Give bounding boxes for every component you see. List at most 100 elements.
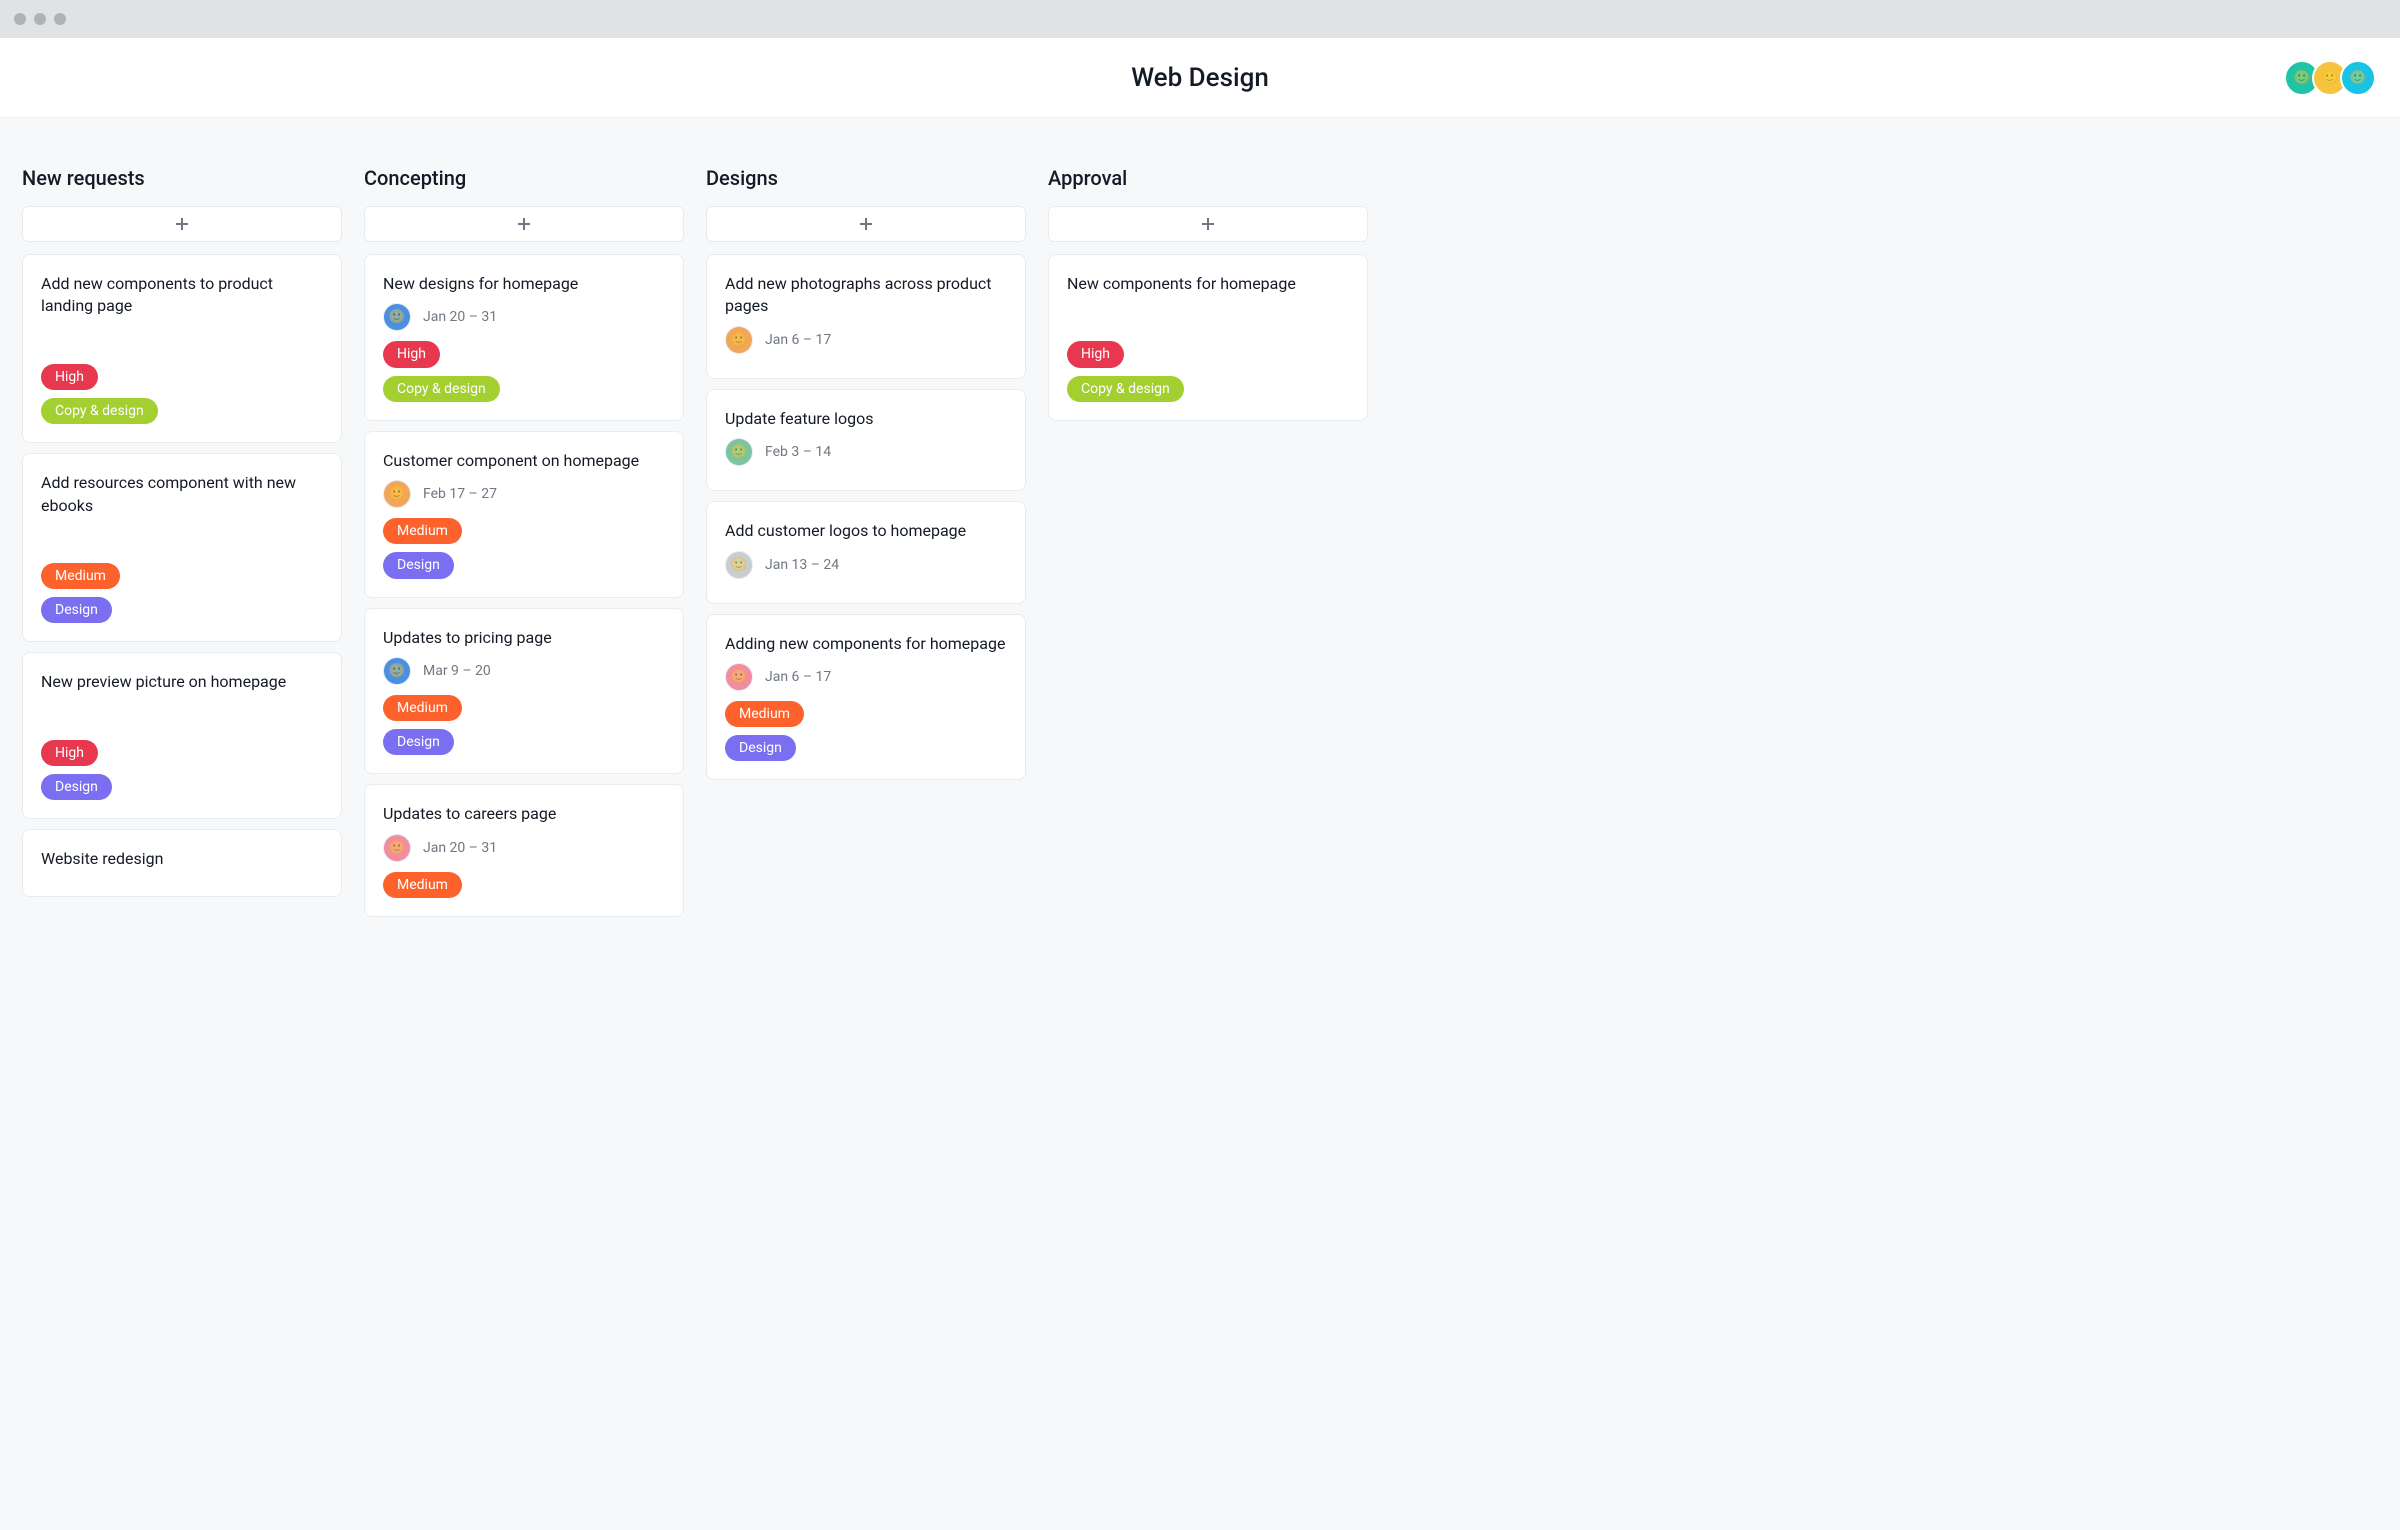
plus-icon [1200,216,1216,232]
tag[interactable]: Copy & design [1067,376,1184,402]
card-date: Mar 9 – 20 [423,663,491,679]
card-title: Add new photographs across product pages [725,273,1007,318]
card-meta: 🙂 Jan 6 – 17 [725,663,1007,691]
card-tags: Medium Design [383,518,665,578]
card-date: Jan 6 – 17 [765,669,831,685]
tag[interactable]: Medium [383,872,462,898]
card-tags: Medium [383,872,665,898]
card-spacer [41,326,323,354]
card-date: Jan 13 – 24 [765,557,839,573]
assignee-avatar[interactable]: 🙂 [725,551,753,579]
card-title: Updates to careers page [383,803,665,825]
avatar[interactable]: 🙂 [2340,60,2376,96]
window-dot [54,13,66,25]
card-tags: High Design [41,740,323,800]
add-card-button[interactable] [1048,206,1368,242]
column-title: Approval [1048,166,1368,190]
task-card[interactable]: Website redesign [22,829,342,897]
tag[interactable]: Design [41,597,112,623]
add-card-button[interactable] [22,206,342,242]
assignee-avatar[interactable]: 🙂 [725,438,753,466]
task-card[interactable]: Add new photographs across product pages… [706,254,1026,379]
tag[interactable]: Medium [383,695,462,721]
task-card[interactable]: Customer component on homepage 🙂 Feb 17 – … [364,431,684,598]
member-avatars[interactable]: 🙂🙂🙂 [2292,60,2376,96]
card-meta: 🙂 Feb 17 – 27 [383,480,665,508]
plus-icon [516,216,532,232]
column-title: Designs [706,166,1026,190]
assignee-avatar[interactable]: 🙂 [383,657,411,685]
card-date: Jan 20 – 31 [423,840,497,856]
card-tags: Medium Design [725,701,1007,761]
card-tags: High Copy & design [1067,341,1349,401]
card-title: New preview picture on homepage [41,671,323,693]
board: New requests Add new components to produc… [0,118,2400,927]
window-titlebar [0,0,2400,38]
task-card[interactable]: Updates to pricing page 🙂 Mar 9 – 20 Medium… [364,608,684,775]
card-date: Jan 6 – 17 [765,332,831,348]
task-card[interactable]: Adding new components for homepage🙂Jan 6… [706,614,1026,781]
plus-icon [174,216,190,232]
add-card-button[interactable] [364,206,684,242]
window-dot [34,13,46,25]
card-meta: 🙂 Mar 9 – 20 [383,657,665,685]
tag[interactable]: High [41,740,98,766]
card-tags: Medium Design [383,695,665,755]
task-card[interactable]: Add resources component with new ebooks M… [22,453,342,642]
board-column: Approval New components for homepage High C… [1048,166,1368,431]
card-title: Add customer logos to homepage [725,520,1007,542]
card-tags: High Copy & design [41,364,323,424]
card-date: Feb 17 – 27 [423,486,497,502]
card-meta: 🙂 Feb 3 – 14 [725,438,1007,466]
tag[interactable]: High [1067,341,1124,367]
tag[interactable]: Design [725,735,796,761]
assignee-avatar[interactable]: 🙂 [725,663,753,691]
card-title: Updates to pricing page [383,627,665,649]
task-card[interactable]: Add new components to product landing pa… [22,254,342,443]
task-card[interactable]: Update feature logos 🙂 Feb 3 – 14 [706,389,1026,491]
tag[interactable]: Design [383,729,454,755]
card-title: Add new components to product landing pa… [41,273,323,318]
card-title: Customer component on homepage [383,450,665,472]
card-tags: Medium Design [41,563,323,623]
card-title: Add resources component with new ebooks [41,472,323,517]
assignee-avatar[interactable]: 🙂 [725,326,753,354]
tag[interactable]: Medium [725,701,804,727]
assignee-avatar[interactable]: 🙂 [383,303,411,331]
tag[interactable]: Medium [41,563,120,589]
card-title: New components for homepage [1067,273,1349,295]
card-title: Update feature logos [725,408,1007,430]
card-spacer [41,702,323,730]
tag[interactable]: High [41,364,98,390]
task-card[interactable]: Updates to careers page 🙂 Jan 20 – 31 Mediu… [364,784,684,917]
card-meta: 🙂 Jan 20 – 31 [383,303,665,331]
card-title: Website redesign [41,848,323,870]
board-column: ConceptingNew designs for homepage🙂Jan 2… [364,166,684,927]
tag[interactable]: Copy & design [383,376,500,402]
assignee-avatar[interactable]: 🙂 [383,834,411,862]
tag[interactable]: Design [41,774,112,800]
task-card[interactable]: New preview picture on homepage High Desig… [22,652,342,819]
card-meta: 🙂 Jan 6 – 17 [725,326,1007,354]
tag[interactable]: Copy & design [41,398,158,424]
board-column: New requests Add new components to produc… [22,166,342,907]
task-card[interactable]: New components for homepage High Copy & de… [1048,254,1368,421]
column-title: New requests [22,166,342,190]
plus-icon [858,216,874,232]
board-header: Web Design 🙂🙂🙂 [0,38,2400,118]
tag[interactable]: Design [383,552,454,578]
card-tags: High Copy & design [383,341,665,401]
tag[interactable]: Medium [383,518,462,544]
card-date: Feb 3 – 14 [765,444,831,460]
card-date: Jan 20 – 31 [423,309,497,325]
tag[interactable]: High [383,341,440,367]
card-spacer [1067,303,1349,331]
card-spacer [41,525,323,553]
card-meta: 🙂 Jan 20 – 31 [383,834,665,862]
board-column: Designs Add new photographs across produc… [706,166,1026,790]
task-card[interactable]: New designs for homepage🙂Jan 20 – 31High… [364,254,684,421]
window-dot [14,13,26,25]
add-card-button[interactable] [706,206,1026,242]
assignee-avatar[interactable]: 🙂 [383,480,411,508]
task-card[interactable]: Add customer logos to homepage 🙂 Jan 13 – … [706,501,1026,603]
